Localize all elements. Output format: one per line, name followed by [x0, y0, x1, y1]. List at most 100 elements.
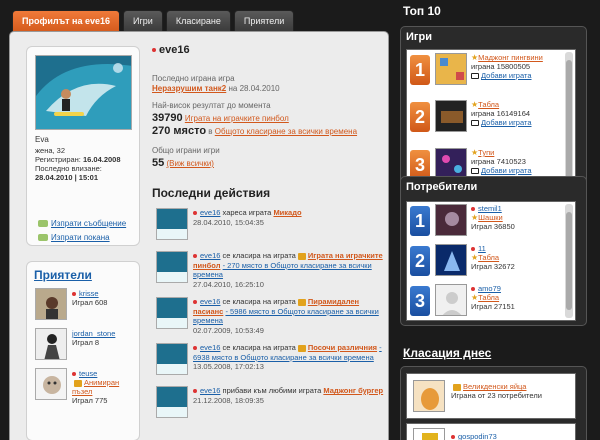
friend-stat: Играл 8: [72, 338, 100, 347]
rank-badge: 2: [410, 102, 430, 132]
trophy-icon: [413, 428, 445, 440]
today-user-name[interactable]: gospodin73: [458, 432, 497, 440]
tab-ranking[interactable]: Класиране: [165, 10, 231, 32]
activity-thumbnail[interactable]: [156, 386, 188, 418]
profile-info: жена, 32 Регистриран: 16.04.2008 Последн…: [35, 146, 121, 182]
activity-user[interactable]: eve16: [200, 343, 220, 352]
friend-name[interactable]: teuse: [79, 369, 97, 378]
activity-game[interactable]: Микадо: [273, 208, 301, 217]
today-game-name[interactable]: Великденски яйца: [463, 382, 526, 391]
friend-avatar[interactable]: [35, 328, 67, 360]
activity-user[interactable]: eve16: [200, 251, 220, 260]
top-users-list: 1 stemil1 ★Шашки Играл 36850 2 11 ★Табла Игр…: [406, 201, 576, 321]
game-name[interactable]: Табла: [478, 100, 499, 109]
activity-header: Последни действия: [152, 186, 271, 200]
friend-stat: Играл 775: [72, 396, 108, 405]
activity-date: 21.12.2008, 18:09:35: [193, 395, 264, 405]
activity-game[interactable]: Маджонг бургер: [323, 386, 383, 395]
top-games-list: 1 ★Маджонг пингвини играна 15800505 Добави…: [406, 49, 576, 190]
user-avatar[interactable]: [435, 244, 467, 276]
trophy-icon: [297, 344, 306, 352]
activity-date: 27.04.2010, 16:25:10: [193, 279, 264, 289]
today-title[interactable]: Класация днес: [403, 346, 491, 360]
profile-tabs: Профилът на eve16 Игри Класиране Приятел…: [12, 10, 295, 37]
trophy-icon: [74, 379, 82, 387]
activity-date: 02.07.2009, 10:53:49: [193, 325, 264, 335]
add-icon: [471, 168, 479, 175]
total-games-value: 55: [152, 157, 165, 169]
friends-box: Приятели krisse Играл 608 jordan_stone Игр…: [26, 261, 140, 440]
user-avatar[interactable]: [435, 204, 467, 236]
friends-title[interactable]: Приятели: [34, 268, 92, 282]
add-game-link[interactable]: Добави играта: [481, 166, 532, 175]
user-game[interactable]: Шашки: [478, 213, 503, 222]
friend-name[interactable]: krisse: [79, 289, 99, 298]
user-name-link[interactable]: stemil1: [478, 204, 502, 213]
send-message-link[interactable]: Изпрати съобщение: [51, 219, 126, 228]
friend-item[interactable]: jordan_stone Играл 8: [35, 328, 135, 364]
user-name-link[interactable]: 11: [478, 244, 486, 253]
friend-avatar[interactable]: [35, 368, 67, 400]
best-score-section: Най-висок резултат до момента 39790 Игра…: [152, 101, 358, 137]
rank-badge: 3: [410, 286, 430, 316]
activity-item: eve16 се класира на играта Играта на игра…: [156, 251, 384, 296]
registered-label: Регистриран:: [35, 155, 81, 164]
top-games-scrollbar[interactable]: [565, 52, 573, 187]
profile-photo: [35, 55, 132, 130]
user-name: eve16: [152, 44, 190, 56]
top10-title: Топ 10: [403, 4, 441, 18]
activity-user[interactable]: eve16: [200, 208, 220, 217]
last-game-date: на 28.04.2010: [228, 84, 280, 93]
best-game-link[interactable]: Играта на играчките пинбол: [185, 114, 289, 123]
today-game: Великденски яйца Играна от 23 потребители: [406, 373, 576, 419]
profile-gender-age: жена, 32: [35, 146, 66, 155]
game-thumbnail[interactable]: [435, 53, 467, 85]
activity-item: eve16 се класира на играта Посочи различн…: [156, 343, 384, 388]
profile-first-name: Eva: [35, 135, 49, 144]
tab-games[interactable]: Игри: [123, 10, 163, 32]
game-name[interactable]: Маджонг пингвини: [478, 53, 543, 62]
top-users-scrollbar[interactable]: [565, 204, 573, 318]
add-game-link[interactable]: Добави играта: [481, 71, 532, 80]
send-invite-link[interactable]: Изпрати покана: [51, 233, 110, 242]
activity-user[interactable]: eve16: [200, 386, 220, 395]
today-panel: Великденски яйца Играна от 23 потребители…: [400, 366, 587, 440]
user-game[interactable]: Табла: [478, 293, 499, 302]
top-users-title: Потребители: [406, 181, 478, 193]
friend-name[interactable]: jordan_stone: [72, 329, 115, 338]
top-games-title: Игри: [406, 31, 432, 43]
tab-profile[interactable]: Профилът на eve16: [12, 10, 121, 37]
friend-item[interactable]: krisse Играл 608: [35, 288, 135, 324]
activity-thumbnail[interactable]: [156, 297, 188, 329]
see-all-link[interactable]: (Виж всички): [166, 159, 213, 168]
activity-thumbnail[interactable]: [156, 251, 188, 283]
total-games-label: Общо играни игри: [152, 146, 220, 155]
game-thumbnail[interactable]: [413, 380, 445, 412]
last-login-label: Последно влизане:: [35, 164, 102, 173]
friend-stat: Играл 608: [72, 298, 108, 307]
activity-thumbnail[interactable]: [156, 208, 188, 240]
activity-thumbnail[interactable]: [156, 343, 188, 375]
user-game[interactable]: Табла: [478, 253, 499, 262]
game-name[interactable]: Тупи: [478, 148, 494, 157]
ranking-all-time-link[interactable]: Общото класиране за всички времена: [215, 127, 357, 136]
trophy-icon: [297, 298, 306, 306]
activity-rank-link[interactable]: - 270 място в Общото класиране за всички…: [193, 261, 372, 280]
profile-actions: Изпрати съобщение Изпрати покана: [38, 217, 126, 245]
trophy-icon: [453, 383, 461, 391]
last-game-section: Последно играна игра Неразрушим танк2 на…: [152, 74, 280, 94]
tab-friends[interactable]: Приятели: [233, 10, 295, 32]
activity-game[interactable]: Посочи различния: [308, 343, 377, 352]
activity-date: 13.05.2008, 17:02:13: [193, 362, 264, 371]
user-avatar[interactable]: [435, 284, 467, 316]
rank-badge: 1: [410, 206, 430, 236]
activity-item: eve16 прибави към любими играта Маджонг …: [156, 386, 384, 426]
add-game-link[interactable]: Добави играта: [481, 118, 532, 127]
game-thumbnail[interactable]: [435, 100, 467, 132]
last-game-link[interactable]: Неразрушим танк2: [152, 84, 226, 93]
friend-item[interactable]: teuse Анимиран пъзел Играл 775: [35, 368, 135, 405]
activity-user[interactable]: eve16: [200, 297, 220, 306]
user-name-link[interactable]: amo79: [478, 284, 501, 293]
invite-icon: [38, 234, 48, 242]
friend-avatar[interactable]: [35, 288, 67, 320]
